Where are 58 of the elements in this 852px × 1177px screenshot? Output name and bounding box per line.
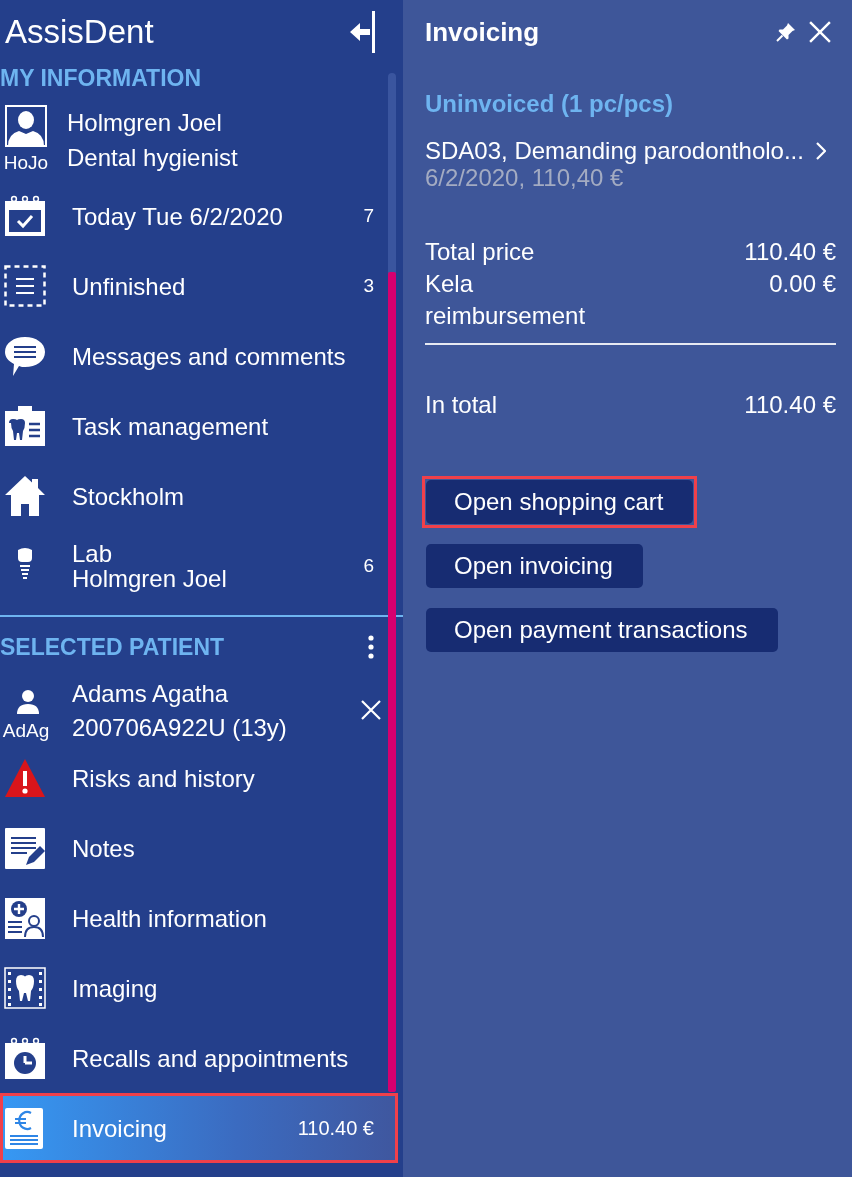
scrollbar-thumb[interactable] [388, 272, 396, 1092]
user-name: Holmgren Joel [67, 108, 222, 138]
line-item-detail: 6/2/2020, 110,40 € [425, 165, 624, 191]
nav-item[interactable]: Imaging [3, 956, 384, 1020]
nav-item[interactable]: Lab Holmgren Joel 6 [3, 534, 384, 598]
nav-item[interactable]: Invoicing 110.40 € [3, 1096, 395, 1160]
section-heading: Uninvoiced (1 pc/pcs) [425, 90, 674, 118]
pin-icon[interactable] [776, 21, 796, 42]
nav-item[interactable]: Health information [3, 886, 384, 950]
more-icon[interactable] [368, 635, 374, 659]
item-count: 7 [363, 204, 374, 228]
action-button[interactable]: Open payment transactions [426, 608, 778, 652]
warning-icon [4, 757, 46, 799]
collapse-icon[interactable] [350, 10, 376, 53]
house-icon [4, 475, 46, 517]
item-count: 6 [363, 554, 374, 578]
nav-item[interactable]: Recalls and appointments [3, 1026, 384, 1090]
close-icon[interactable] [809, 20, 831, 43]
section-heading: MY INFORMATION [0, 63, 202, 93]
app-title: AssisDent [5, 11, 154, 52]
summary-value: 110.40 € [744, 237, 836, 267]
item-amount: 110.40 € [297, 1116, 374, 1140]
clipboard-tooth-icon [4, 405, 46, 447]
health-record-icon [4, 897, 46, 939]
panel-title: Invoicing [425, 15, 540, 48]
line-item-title: SDA03, Demanding parodontholo... [425, 137, 804, 165]
item-count: 3 [363, 274, 374, 298]
summary-label: Total price [425, 237, 535, 267]
user-initials: HoJo [3, 152, 49, 174]
total-label: In total [425, 390, 498, 420]
chevron-right-icon[interactable] [816, 142, 826, 160]
calendar-check-icon [4, 195, 46, 237]
nav-item[interactable]: Risks and history [3, 746, 384, 810]
action-button[interactable]: Open shopping cart [426, 480, 694, 524]
nav-item[interactable]: Stockholm [3, 464, 384, 528]
user-avatar-icon [5, 105, 47, 147]
person-icon [17, 690, 39, 714]
dashed-list-icon [4, 265, 46, 307]
summary-value: 0.00 € [769, 269, 836, 299]
action-button[interactable]: Open invoicing [426, 544, 643, 588]
nav-item[interactable]: Messages and comments [3, 324, 384, 388]
calendar-clock-icon [4, 1037, 46, 1079]
close-icon[interactable] [361, 700, 381, 720]
summary-label: Kela reimbursement [425, 269, 587, 331]
patient-initials: AdAg [2, 720, 50, 742]
section-heading: SELECTED PATIENT [0, 633, 225, 662]
nav-item[interactable]: Task management [3, 394, 384, 458]
nav-item[interactable]: Notes [3, 816, 384, 880]
user-role: Dental hygienist [67, 143, 238, 173]
note-pen-icon [4, 827, 46, 869]
total-value: 110.40 € [744, 390, 836, 420]
nav-item[interactable]: Today Tue 6/2/2020 7 [3, 184, 384, 248]
speech-bubble-icon [4, 335, 46, 377]
euro-document-icon [4, 1107, 46, 1149]
patient-name: Adams Agatha [72, 679, 229, 709]
patient-id: 200706A922U (13y) [72, 713, 287, 743]
nav-item[interactable]: Unfinished 3 [3, 254, 384, 318]
tooth-film-icon [4, 967, 46, 1009]
